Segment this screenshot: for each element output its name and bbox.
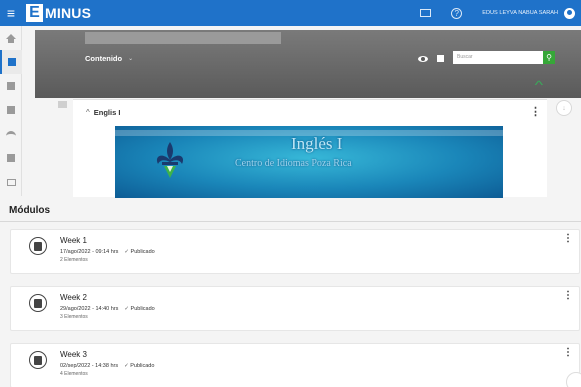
- week-count: 4 Elementos: [60, 371, 88, 377]
- week-card[interactable]: Week 3 02/sep/2022 - 14:38 hrs ✓ Publicad…: [10, 343, 580, 387]
- more-options-icon[interactable]: ⋮: [563, 347, 573, 358]
- search-icon: ⚲: [546, 53, 552, 62]
- chevron-down-icon: ⌄: [128, 56, 134, 62]
- sidebar-item-chat[interactable]: [0, 146, 22, 170]
- week-status: Publicado: [130, 306, 155, 312]
- hamburger-menu-icon[interactable]: ≡: [0, 0, 22, 26]
- course-banner-image: Inglés I Centro de Idiomas Poza Rica: [115, 126, 503, 198]
- home-icon: [6, 33, 16, 43]
- sidebar-item-home[interactable]: [0, 26, 22, 50]
- user-name[interactable]: EDUS LEYVA NABUA SARAH: [482, 10, 558, 16]
- more-options-icon[interactable]: ⋮: [530, 105, 541, 118]
- week-meta: 29/ago/2022 - 14:40 hrs ✓ Publicado: [60, 306, 155, 312]
- week-date: 02/sep/2022 - 14:38 hrs: [60, 363, 119, 369]
- sidebar-item-dashboard[interactable]: [0, 50, 22, 74]
- check-icon: ✓: [124, 363, 129, 369]
- check-icon: ✓: [124, 249, 130, 255]
- week-meta: 17/ago/2022 - 09:14 hrs ✓ Publicado: [60, 249, 155, 255]
- eye-icon[interactable]: [418, 55, 428, 62]
- app-logo[interactable]: E MINUS: [26, 4, 91, 22]
- banner-title: Inglés I: [291, 134, 343, 153]
- sidebar-item-book[interactable]: [0, 98, 22, 122]
- more-options-icon[interactable]: ⋮: [563, 290, 573, 301]
- week-title[interactable]: Week 1: [60, 236, 87, 245]
- modules-section-title: Módulos: [9, 205, 51, 216]
- sidebar-item-people[interactable]: [0, 122, 22, 146]
- week-count: 3 Elementos: [60, 314, 88, 320]
- logo-text: MINUS: [45, 5, 92, 21]
- sidebar-item-mail[interactable]: [0, 170, 22, 194]
- scroll-down-icon[interactable]: ↓: [556, 100, 572, 116]
- mail-icon: [6, 178, 16, 186]
- logo-letter: E: [26, 4, 43, 22]
- top-right-tools: ? EDUS LEYVA NABUA SARAH: [420, 0, 581, 26]
- course-header: Contenido ⌄ ⇅ Buscar ⚲: [35, 30, 581, 98]
- module-banner-card: ^ Englis I ⋮ Inglés I Centro de Idiomas …: [73, 99, 547, 198]
- sidebar-item-documents[interactable]: [0, 74, 22, 98]
- sidebar: [0, 26, 22, 196]
- dashboard-icon: [8, 58, 16, 66]
- people-icon: [6, 131, 16, 137]
- collapse-up-icon[interactable]: ^: [535, 78, 543, 92]
- square-icon[interactable]: [437, 55, 444, 62]
- week-status: Publicado: [130, 249, 155, 255]
- chat-icon: [7, 154, 15, 162]
- content-dropdown-label: Contenido: [85, 54, 123, 63]
- week-card[interactable]: Week 2 29/ago/2022 - 14:40 hrs ✓ Publicad…: [10, 286, 580, 331]
- week-meta: 02/sep/2022 - 14:38 hrs ✓ Publicado: [60, 363, 154, 369]
- course-title-placeholder: [85, 32, 281, 44]
- top-bar: ≡ E MINUS ? EDUS LEYVA NABUA SARAH: [0, 0, 581, 26]
- help-icon[interactable]: ?: [451, 7, 463, 19]
- floating-action-button[interactable]: [566, 372, 581, 387]
- book-icon: [29, 294, 47, 312]
- week-title[interactable]: Week 3: [60, 350, 87, 359]
- search-input[interactable]: Buscar: [453, 51, 543, 64]
- banner-subtitle: Centro de Idiomas Poza Rica: [235, 158, 352, 169]
- fleur-de-lis-logo-icon: [156, 142, 184, 178]
- week-status: Publicado: [130, 363, 155, 369]
- week-card[interactable]: Week 1 17/ago/2022 - 09:14 hrs ✓ Publicad…: [10, 229, 580, 274]
- week-date: 29/ago/2022 - 14:40 hrs: [60, 306, 119, 312]
- week-count: 2 Elementos: [60, 257, 88, 263]
- more-options-icon[interactable]: ⋮: [563, 233, 573, 244]
- content-dropdown[interactable]: Contenido ⌄: [85, 54, 133, 63]
- book-icon: [29, 351, 47, 369]
- week-title[interactable]: Week 2: [60, 293, 87, 302]
- book-icon: [7, 106, 15, 114]
- week-date: 17/ago/2022 - 09:14 hrs: [60, 249, 119, 255]
- section-divider: [0, 221, 581, 222]
- document-icon: [7, 82, 15, 90]
- search-button[interactable]: ⚲: [543, 51, 555, 64]
- chevron-up-icon: ^: [86, 108, 90, 117]
- module-toggle-icon[interactable]: [58, 101, 67, 108]
- mail-icon[interactable]: [420, 9, 432, 17]
- user-icon[interactable]: [564, 7, 575, 19]
- module-title-label: Englis I: [93, 108, 121, 117]
- check-icon: ✓: [124, 306, 130, 312]
- book-icon: [29, 237, 47, 255]
- module-title[interactable]: ^ Englis I: [86, 108, 120, 117]
